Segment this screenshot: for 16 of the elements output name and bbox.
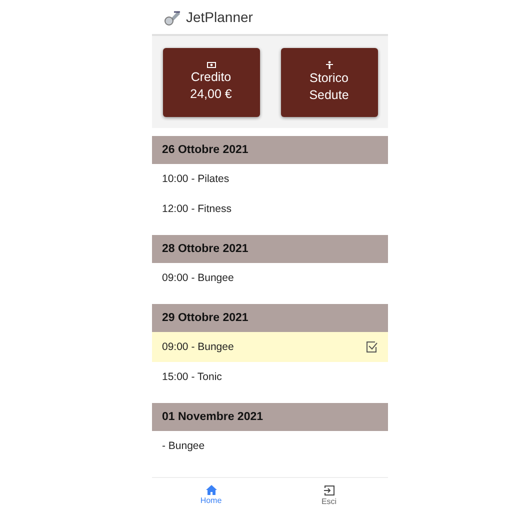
session-row[interactable]: 09:00 - Bungee (152, 332, 388, 362)
date-header: 29 Ottobre 2021 (152, 304, 388, 332)
menu-tile[interactable]: Credito 24,00 € (162, 48, 260, 116)
nav-tab[interactable]: Esci (289, 478, 369, 512)
checkbox-icon (366, 341, 378, 353)
date-header: 26 Ottobre 2021 (152, 136, 388, 164)
app-logo-icon (164, 8, 181, 26)
nav-tab[interactable]: Home (171, 478, 251, 512)
person-icon (326, 61, 332, 69)
app-title: JetPlanner (186, 9, 253, 25)
banknote-icon (206, 62, 216, 68)
home-icon (206, 485, 216, 495)
date-header: 01 Novembre 2021 (152, 403, 388, 431)
date-header: 28 Ottobre 2021 (152, 235, 388, 263)
menu-tile[interactable]: Storico Sedute (280, 48, 378, 116)
exit-icon (324, 484, 334, 496)
